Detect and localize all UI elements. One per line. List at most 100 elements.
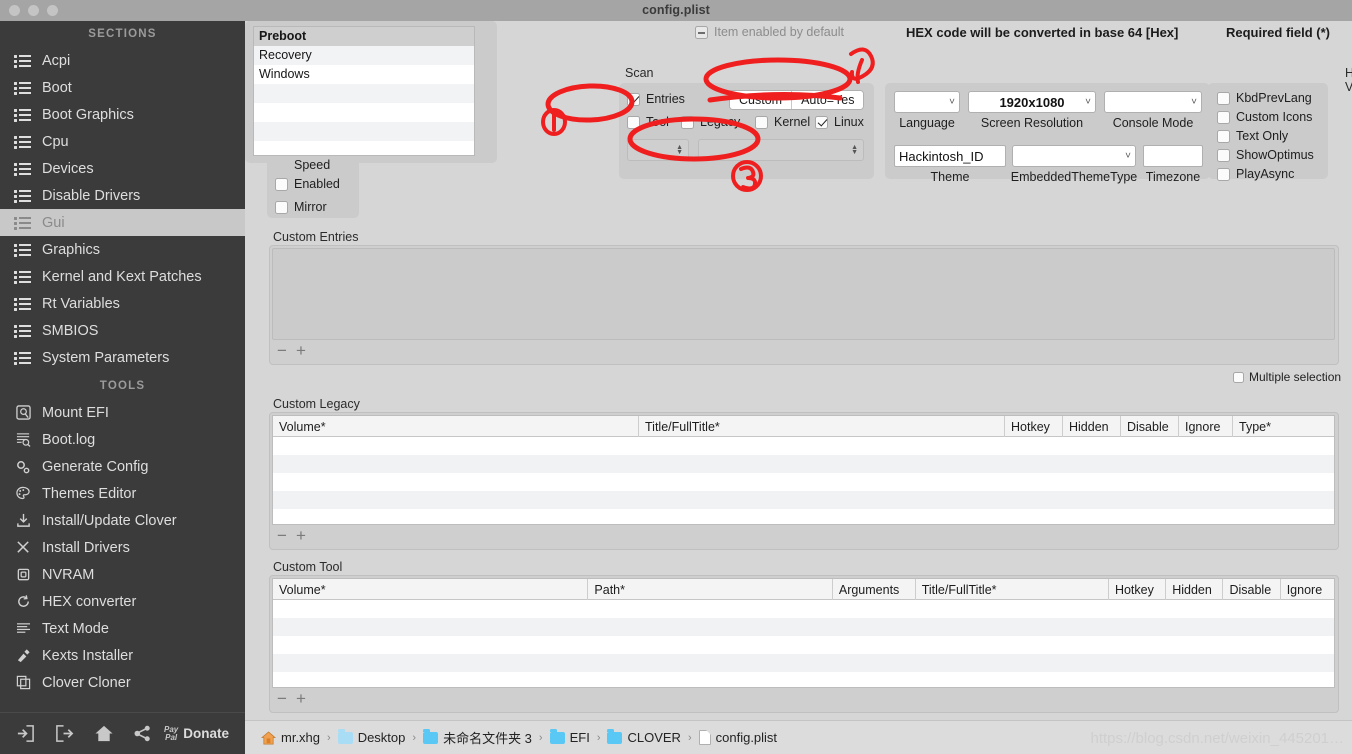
table-row[interactable]	[273, 618, 1334, 636]
share-icon[interactable]	[123, 719, 162, 749]
sidebar-item-kexts-installer[interactable]: Kexts Installer	[0, 642, 245, 669]
breadcrumb-item-clover[interactable]: CLOVER	[607, 728, 681, 745]
table-row[interactable]	[273, 455, 1334, 473]
sidebar-item-disable-drivers[interactable]: Disable Drivers	[0, 182, 245, 209]
kbdprevlang-checkbox[interactable]	[1217, 91, 1230, 105]
sidebar-item-clover-cloner[interactable]: Clover Cloner	[0, 669, 245, 696]
scan-linux-row[interactable]: Linux	[815, 115, 864, 129]
showoptimus-checkbox[interactable]	[1217, 148, 1230, 162]
mouse-enabled-row[interactable]: Enabled	[275, 177, 340, 191]
scan-right-popup[interactable]: ▲ ▼	[698, 139, 864, 161]
table-row[interactable]	[273, 600, 1334, 618]
text-only-row[interactable]: Text Only	[1217, 129, 1288, 143]
list-item-empty[interactable]	[254, 141, 474, 155]
timezone-input[interactable]	[1143, 145, 1203, 167]
sidebar-item-mount-efi[interactable]: Mount EFI	[0, 399, 245, 426]
custom-tool-add-button[interactable]: +	[296, 689, 306, 709]
home-icon[interactable]	[84, 719, 123, 749]
scan-tool-checkbox[interactable]	[627, 115, 640, 129]
column-header-hotkey[interactable]: Hotkey	[1005, 416, 1063, 437]
custom-icons-row[interactable]: Custom Icons	[1217, 110, 1312, 124]
sidebar-item-boot[interactable]: Boot	[0, 74, 245, 101]
sidebar-item-hex-converter[interactable]: HEX converter	[0, 588, 245, 615]
sidebar-item-install-update-clover[interactable]: Install/Update Clover	[0, 507, 245, 534]
mouse-enabled-checkbox[interactable]	[275, 177, 288, 191]
sidebar-item-devices[interactable]: Devices	[0, 155, 245, 182]
sidebar-item-gui[interactable]: Gui	[0, 209, 245, 236]
column-header-ignore[interactable]: Ignore	[1179, 416, 1233, 437]
sidebar-item-generate-config[interactable]: Generate Config	[0, 453, 245, 480]
scan-legacy-row[interactable]: Legacy	[681, 115, 740, 129]
mouse-mirror-row[interactable]: Mirror	[275, 200, 327, 214]
sidebar-item-graphics[interactable]: Graphics	[0, 236, 245, 263]
embedded-theme-type-popup[interactable]: ˅	[1012, 145, 1136, 167]
custom-entries-add-button[interactable]: +	[296, 341, 306, 361]
item-enabled-by-default-checkbox[interactable]	[695, 25, 708, 39]
console-mode-popup[interactable]: ˅	[1104, 91, 1202, 113]
column-header-title-fulltitle[interactable]: Title/FullTitle*	[639, 416, 1005, 437]
scan-entries-row[interactable]: Entries	[627, 92, 685, 106]
custom-legacy-add-remove[interactable]: − +	[277, 526, 306, 546]
breadcrumb-item-efi[interactable]: EFI	[549, 728, 590, 745]
table-row[interactable]	[273, 473, 1334, 491]
table-row[interactable]	[273, 509, 1334, 524]
column-header-title-fulltitle[interactable]: Title/FullTitle*	[916, 579, 1109, 600]
scan-entries-checkbox[interactable]	[627, 92, 640, 106]
kbdprevlang-row[interactable]: KbdPrevLang	[1217, 91, 1312, 105]
sidebar-item-system-parameters[interactable]: System Parameters	[0, 344, 245, 371]
custom-entries-add-remove[interactable]: − +	[277, 341, 306, 361]
column-header-volume[interactable]: Volume*	[273, 416, 639, 437]
theme-input[interactable]: Hackintosh_ID	[894, 145, 1006, 167]
playasync-checkbox[interactable]	[1217, 167, 1230, 181]
scan-mode-segmented-control[interactable]: Custom Auto=Yes	[729, 90, 865, 110]
sidebar-item-install-drivers[interactable]: Install Drivers	[0, 534, 245, 561]
table-row[interactable]	[273, 437, 1334, 455]
showoptimus-row[interactable]: ShowOptimus	[1217, 148, 1314, 162]
custom-legacy-add-button[interactable]: +	[296, 526, 306, 546]
text-only-checkbox[interactable]	[1217, 129, 1230, 143]
scan-linux-checkbox[interactable]	[815, 115, 828, 129]
scan-legacy-checkbox[interactable]	[681, 115, 694, 129]
table-row[interactable]	[273, 636, 1334, 654]
custom-tool-add-remove[interactable]: − +	[277, 689, 306, 709]
column-header-path[interactable]: Path*	[588, 579, 833, 600]
custom-entries-list[interactable]	[272, 248, 1335, 340]
screen-resolution-popup[interactable]: 1920x1080 ˅	[968, 91, 1096, 113]
language-popup[interactable]: ˅	[894, 91, 960, 113]
list-item-empty[interactable]	[254, 84, 474, 103]
table-row[interactable]	[273, 672, 1334, 687]
column-header-hidden[interactable]: Hidden	[1166, 579, 1224, 600]
sidebar-item-rt-variables[interactable]: Rt Variables	[0, 290, 245, 317]
table-row[interactable]	[273, 654, 1334, 672]
custom-entries-remove-button[interactable]: −	[277, 341, 287, 361]
column-header-volume[interactable]: Volume*	[273, 579, 589, 600]
playasync-row[interactable]: PlayAsync	[1217, 167, 1294, 181]
sidebar-item-kernel-and-kext-patches[interactable]: Kernel and Kext Patches	[0, 263, 245, 290]
multiple-selection-checkbox[interactable]	[1233, 371, 1244, 383]
donate-button[interactable]: Pay Pal Donate	[164, 725, 229, 742]
breadcrumb-item-folder3[interactable]: 未命名文件夹 3	[423, 728, 532, 747]
scan-left-popup[interactable]: ▲ ▼	[627, 139, 689, 161]
multiple-selection-row[interactable]: Multiple selection	[1233, 370, 1341, 384]
sidebar-item-text-mode[interactable]: Text Mode	[0, 615, 245, 642]
column-header-arguments[interactable]: Arguments	[833, 579, 916, 600]
sidebar-item-cpu[interactable]: Cpu	[0, 128, 245, 155]
sidebar-item-acpi[interactable]: Acpi	[0, 47, 245, 74]
hide-volume-list[interactable]: Preboot Recovery Windows	[253, 26, 475, 156]
sidebar-item-smbios[interactable]: SMBIOS	[0, 317, 245, 344]
column-header-disable[interactable]: Disable	[1223, 579, 1281, 600]
custom-tool-remove-button[interactable]: −	[277, 689, 287, 709]
sidebar-item-boot-graphics[interactable]: Boot Graphics	[0, 101, 245, 128]
scan-kernel-checkbox[interactable]	[755, 115, 768, 129]
column-header-type[interactable]: Type*	[1233, 416, 1291, 437]
column-header-ignore[interactable]: Ignore	[1281, 579, 1334, 600]
list-item-empty[interactable]	[254, 103, 474, 122]
sidebar-item-boot-log[interactable]: Boot.log	[0, 426, 245, 453]
column-header-hotkey[interactable]: Hotkey	[1109, 579, 1167, 600]
scan-mode-custom[interactable]: Custom	[730, 91, 793, 109]
table-row[interactable]	[273, 491, 1334, 509]
custom-legacy-remove-button[interactable]: −	[277, 526, 287, 546]
mouse-mirror-checkbox[interactable]	[275, 200, 288, 214]
breadcrumb-item-desktop[interactable]: Desktop	[337, 728, 405, 745]
list-item[interactable]: Recovery	[254, 46, 474, 65]
